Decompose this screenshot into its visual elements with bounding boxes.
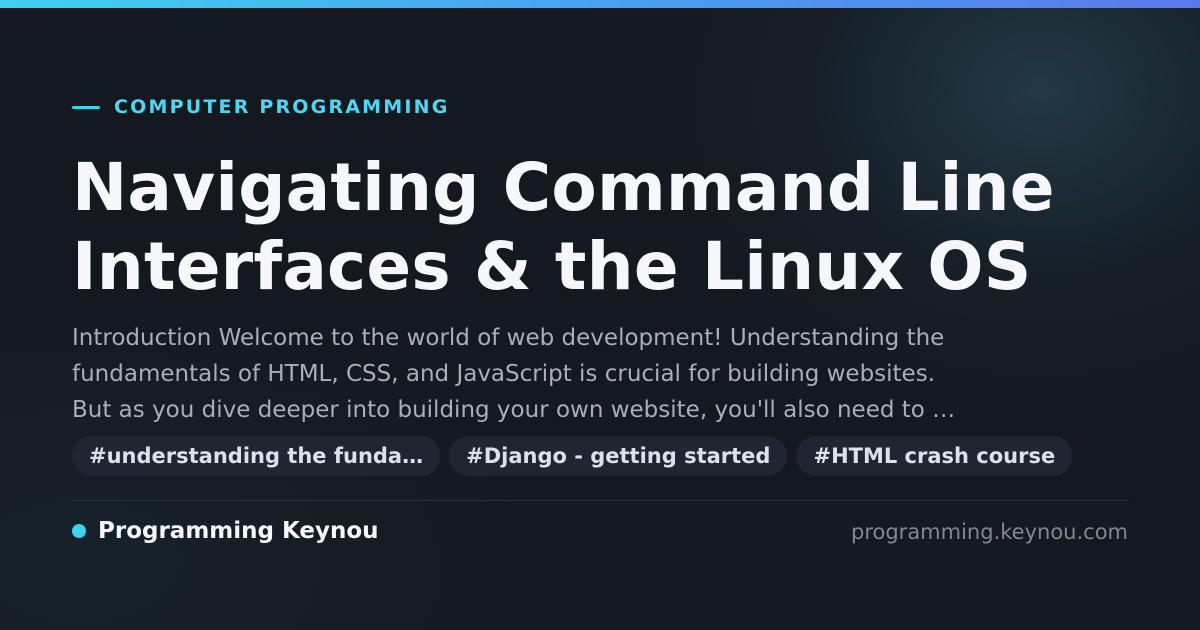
site-domain[interactable]: programming.keynou.com bbox=[851, 520, 1128, 544]
category-accent-line bbox=[72, 105, 100, 109]
category-header: COMPUTER PROGRAMMING bbox=[72, 96, 450, 118]
tag-html-crash-course[interactable]: #HTML crash course bbox=[796, 436, 1073, 476]
tag-django-getting-started[interactable]: #Django - getting started bbox=[449, 436, 788, 476]
brand: Programming Keynou bbox=[72, 518, 379, 544]
article-excerpt: Introduction Welcome to the world of web… bbox=[72, 325, 956, 423]
social-card: COMPUTER PROGRAMMING Navigating Command … bbox=[0, 0, 1200, 630]
accent-top-bar bbox=[0, 0, 1200, 8]
tag-list: #understanding the funda… #Django - gett… bbox=[72, 436, 1073, 476]
tag-understanding-fundamentals[interactable]: #understanding the funda… bbox=[72, 436, 441, 476]
article-title: Navigating Command Line Interfaces & the… bbox=[72, 149, 1055, 305]
category-label: COMPUTER PROGRAMMING bbox=[114, 96, 450, 118]
brand-dot-icon bbox=[72, 524, 86, 538]
footer-divider bbox=[72, 500, 1129, 501]
brand-name: Programming Keynou bbox=[98, 518, 379, 544]
